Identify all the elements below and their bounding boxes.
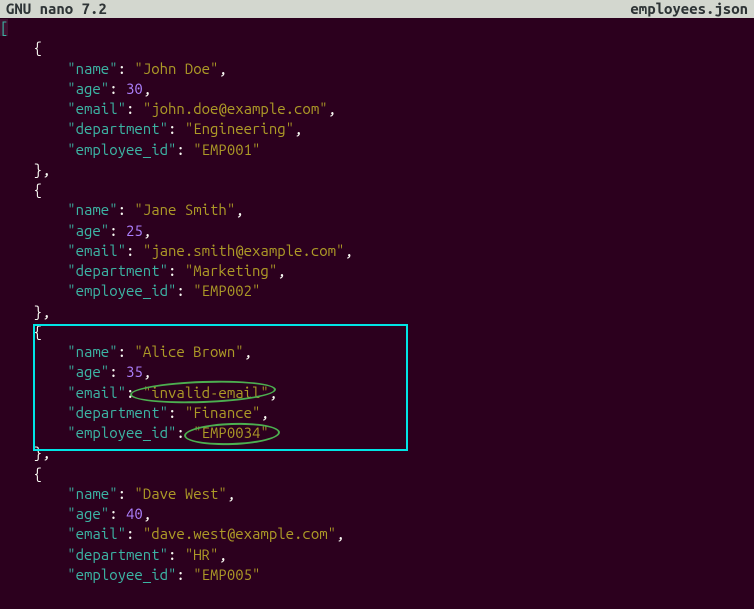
json-brace-open: { [34,39,42,56]
json-string: "jane.smith@example.com" [143,242,345,259]
json-key: "employee_id" [67,141,176,158]
json-brace-close: }, [34,161,51,178]
json-key: "name" [67,485,117,502]
json-key: "email" [67,100,126,117]
json-key: "employee_id" [67,424,176,441]
json-key: "email" [67,384,126,401]
json-number: 40 [126,505,143,522]
json-array-open: [ [0,19,8,36]
json-key: "email" [67,242,126,259]
json-brace-open: { [34,465,42,482]
json-string: "Jane Smith" [134,201,235,218]
editor-content[interactable]: [ { "name": "John Doe", "age": 30, "emai… [0,18,754,585]
json-key: "name" [67,201,117,218]
json-string: "EMP001" [193,141,260,158]
json-string: "Engineering" [185,120,294,137]
json-string: "dave.west@example.com" [143,525,336,542]
json-key: "department" [67,262,168,279]
json-string: "EMP002" [193,282,260,299]
json-number: 25 [126,222,143,239]
editor-titlebar: GNU nano 7.2 employees.json [0,0,754,18]
json-string: "John Doe" [134,60,218,77]
json-key: "employee_id" [67,566,176,583]
json-key: "department" [67,120,168,137]
json-brace-close: }, [34,444,51,461]
json-string: "Marketing" [185,262,277,279]
json-key: "department" [67,546,168,563]
json-key: "age" [67,505,109,522]
json-string: "Finance" [185,404,261,421]
json-brace-open: { [34,181,42,198]
json-string: "john.doe@example.com" [143,100,328,117]
json-brace-close: }, [34,303,51,320]
json-key: "age" [67,222,109,239]
json-key: "employee_id" [67,282,176,299]
json-key: "age" [67,80,109,97]
json-string: "Alice Brown" [134,343,243,360]
json-key: "age" [67,363,109,380]
json-string: "HR" [185,546,219,563]
app-name: GNU nano 7.2 [6,0,107,19]
json-string: "Dave West" [134,485,226,502]
json-key: "name" [67,343,117,360]
json-key: "name" [67,60,117,77]
json-string: "EMP0034" [193,424,269,441]
json-number: 30 [126,80,143,97]
json-number: 35 [126,363,143,380]
filename: employees.json [630,0,748,19]
json-key: "department" [67,404,168,421]
json-string: "EMP005" [193,566,260,583]
json-string: "invalid-email" [143,384,269,401]
json-key: "email" [67,525,126,542]
json-brace-open: { [34,323,42,340]
